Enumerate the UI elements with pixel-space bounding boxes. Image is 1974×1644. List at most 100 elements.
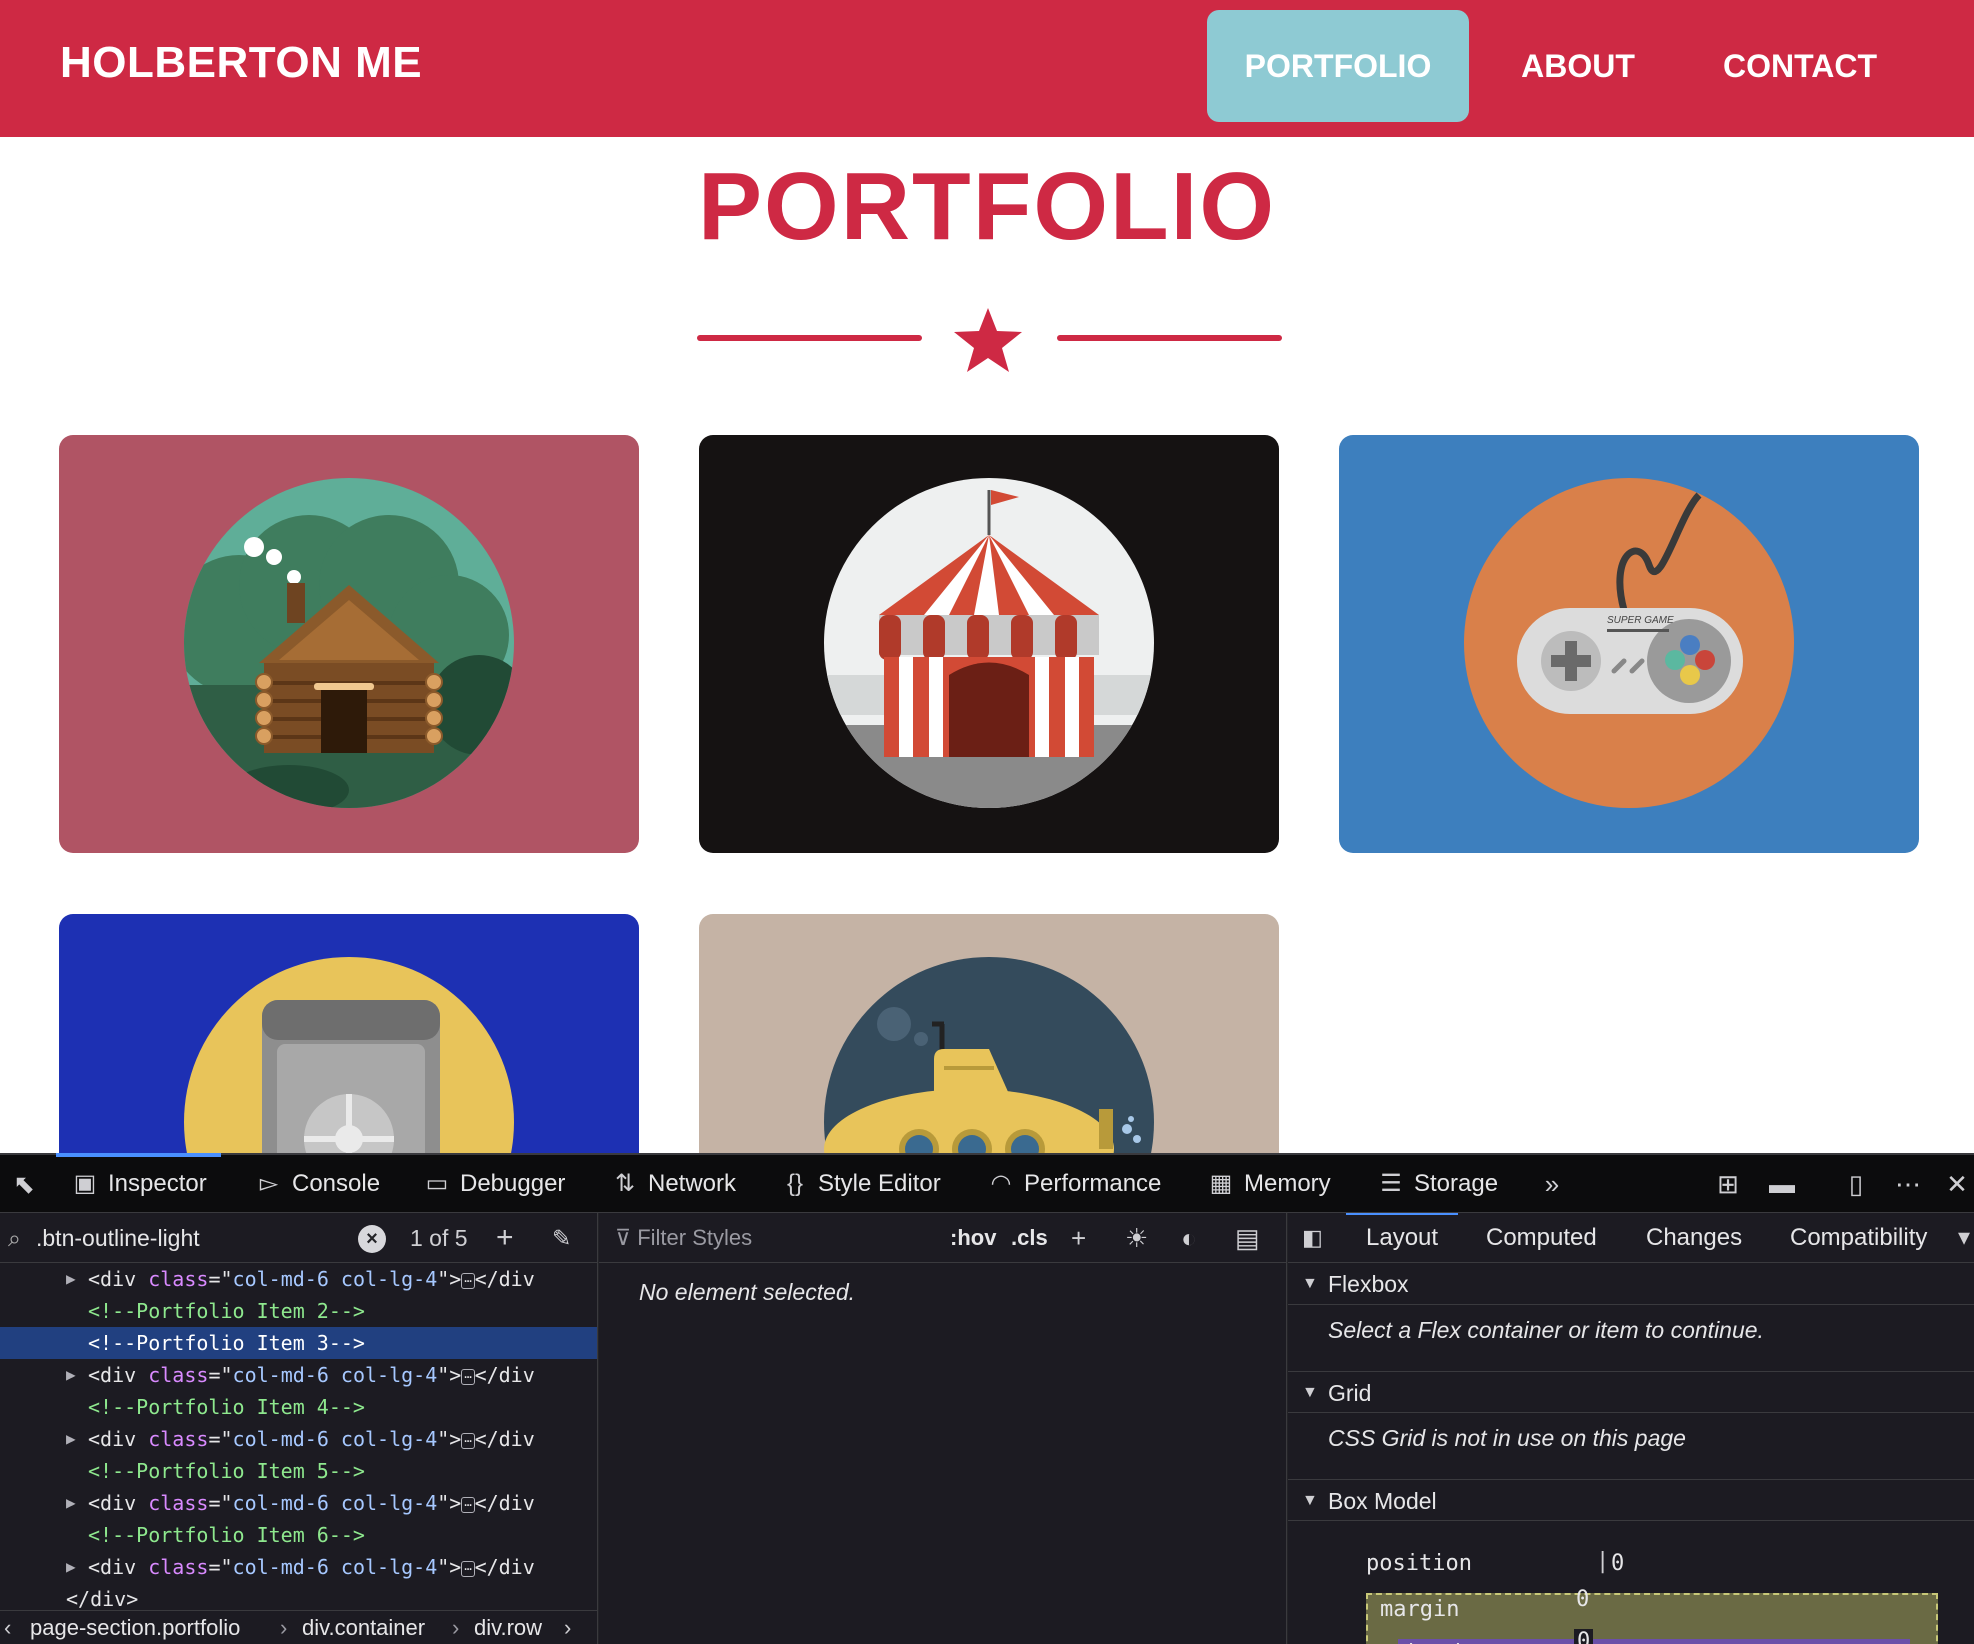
box-model-section-header[interactable]: ▼ Box Model [1288, 1479, 1974, 1521]
box-model-diagram: position | 0 margin 0 border 0 [1366, 1549, 1942, 1644]
style-editor-icon: {} [786, 1170, 804, 1197]
search-result-count: 1 of 5 [410, 1225, 468, 1251]
breadcrumb-item[interactable]: div.container [302, 1611, 425, 1644]
portfolio-item-2[interactable] [699, 435, 1279, 853]
search-input[interactable]: .btn-outline-light [36, 1213, 200, 1263]
nav-link-portfolio[interactable]: PORTFOLIO [1207, 10, 1469, 122]
cls-toggle[interactable]: .cls [1011, 1213, 1048, 1263]
expand-arrow-icon[interactable]: ▶ [66, 1487, 76, 1519]
collapse-icon: ▼ [1302, 1275, 1318, 1292]
ellipsis-icon[interactable]: ⋯ [461, 1272, 475, 1289]
tab-console[interactable]: ▻ Console [254, 1155, 380, 1213]
tab-changes[interactable]: Changes [1646, 1213, 1742, 1263]
tab-style-editor[interactable]: {} Style Editor [780, 1155, 941, 1213]
responsive-design-icon[interactable]: ▯ [1836, 1155, 1876, 1213]
tab-memory[interactable]: ▦ Memory [1206, 1155, 1331, 1213]
cabin-icon [184, 478, 514, 808]
portfolio-item-5[interactable] [699, 914, 1279, 1153]
memory-icon: ▦ [1209, 1170, 1233, 1197]
expand-arrow-icon[interactable]: ▶ [66, 1263, 76, 1295]
portfolio-item-3[interactable]: SUPER GAME [1339, 435, 1919, 853]
brand-logo[interactable]: HOLBERTON ME [60, 38, 422, 88]
tab-label: Storage [1414, 1170, 1499, 1197]
markup-node[interactable]: ▶ <div class="col-md-6 col-lg-4"> ⋯ </div [0, 1359, 597, 1391]
tab-layout[interactable]: Layout [1345, 1213, 1459, 1263]
breadcrumb-item[interactable]: page-section.portfolio [30, 1611, 240, 1644]
breadcrumb-separator-icon: › [280, 1615, 288, 1640]
markup-node[interactable]: ▶ <div class="col-md-6 col-lg-4"> ⋯ </div [0, 1423, 597, 1455]
add-node-icon[interactable]: + [496, 1213, 514, 1263]
ellipsis-icon[interactable]: ⋯ [461, 1432, 475, 1449]
markup-comment[interactable]: <!--Portfolio Item 6--> [0, 1519, 597, 1551]
markup-comment[interactable]: <!--Portfolio Item 4--> [0, 1391, 597, 1423]
markup-node[interactable]: ▶ <div class="col-md-6 col-lg-4"> ⋯ </div [0, 1551, 597, 1583]
margin-value[interactable]: 0 [1576, 1587, 1589, 1612]
toggle-pane-icon[interactable]: ◧ [1302, 1213, 1323, 1263]
border-box: border 0 [1398, 1629, 1910, 1644]
markup-comment[interactable]: <!--Portfolio Item 5--> [0, 1455, 597, 1487]
expand-arrow-icon[interactable]: ▶ [66, 1551, 76, 1583]
sidebar-tabs: ◧ Layout Computed Changes Compatibility … [1288, 1213, 1974, 1263]
flexbox-message: Select a Flex container or item to conti… [1328, 1317, 1764, 1343]
element-picker-icon[interactable]: ⬉ [4, 1155, 44, 1213]
markup-comment[interactable]: <!--Portfolio Item 3--> [0, 1327, 597, 1359]
margin-box: margin 0 border 0 [1366, 1587, 1938, 1644]
overflow-tabs-icon[interactable]: ▾ [1958, 1213, 1970, 1263]
more-options-icon[interactable]: ⋯ [1888, 1155, 1928, 1213]
tab-network[interactable]: ⇅ Network [610, 1155, 736, 1213]
tab-computed[interactable]: Computed [1486, 1213, 1597, 1263]
add-rule-icon[interactable]: + [1071, 1213, 1086, 1263]
markup-node[interactable]: ▶ <div class="col-md-6 col-lg-4"> ⋯ </div [0, 1487, 597, 1519]
expand-arrow-icon[interactable]: ▶ [66, 1359, 76, 1391]
print-media-icon[interactable]: ▤ [1235, 1213, 1260, 1263]
position-value[interactable]: 0 [1611, 1551, 1624, 1576]
breadcrumb-scroll-right-icon[interactable]: › [564, 1611, 571, 1644]
filter-placeholder: Filter Styles [637, 1225, 753, 1250]
light-theme-icon[interactable]: ☀ [1125, 1213, 1148, 1263]
search-icon: ⌕ [8, 1225, 21, 1251]
debugger-icon: ▭ [425, 1170, 449, 1197]
portfolio-item-4[interactable] [59, 914, 639, 1153]
devtools-panel: ⬉ ▣ Inspector ▻ Console ▭ Debugger ⇅ Network… [0, 1153, 1974, 1644]
divider-line-right [1057, 335, 1282, 341]
submarine-icon [824, 957, 1154, 1153]
tab-inspector[interactable]: ▣ Inspector [56, 1153, 221, 1213]
ellipsis-icon[interactable]: ⋯ [461, 1496, 475, 1513]
tab-compatibility[interactable]: Compatibility [1790, 1213, 1927, 1263]
dark-theme-icon[interactable]: ◐ [1181, 1213, 1197, 1263]
svg-text:SUPER GAME: SUPER GAME [1607, 615, 1674, 626]
section-title: Flexbox [1328, 1271, 1409, 1297]
nav-link-contact[interactable]: CONTACT [1690, 10, 1910, 122]
eyedropper-icon[interactable]: ✎ [552, 1213, 571, 1263]
border-value[interactable]: 0 [1574, 1629, 1594, 1644]
hov-toggle[interactable]: :hov [950, 1213, 996, 1263]
clear-search-icon[interactable]: × [358, 1225, 386, 1253]
circus-tent-icon [824, 478, 1154, 808]
ruler-icon[interactable]: ▬ [1762, 1155, 1802, 1213]
navbar: HOLBERTON ME PORTFOLIO ABOUT CONTACT [0, 0, 1974, 137]
markup-comment[interactable]: <!--Portfolio Item 2--> [0, 1295, 597, 1327]
tab-performance[interactable]: ◠ Performance [986, 1155, 1162, 1213]
breadcrumb-scroll-left-icon[interactable]: ‹ [4, 1611, 11, 1644]
ellipsis-icon[interactable]: ⋯ [461, 1560, 475, 1577]
nav-link-about[interactable]: ABOUT [1478, 10, 1678, 122]
tab-debugger[interactable]: ▭ Debugger [422, 1155, 566, 1213]
ellipsis-icon[interactable]: ⋯ [461, 1368, 475, 1385]
grid-ruler-icon[interactable]: ⊞ [1708, 1155, 1748, 1213]
tab-label: Memory [1244, 1170, 1331, 1197]
expand-arrow-icon[interactable]: ▶ [66, 1423, 76, 1455]
grid-section-header[interactable]: ▼ Grid [1288, 1371, 1974, 1413]
flexbox-section-header[interactable]: ▼ Flexbox [1288, 1263, 1974, 1305]
divider-line-left [697, 335, 922, 341]
more-tabs-icon[interactable]: » [1534, 1155, 1570, 1213]
section-title: Box Model [1328, 1488, 1437, 1514]
layout-pane: ◧ Layout Computed Changes Compatibility … [1288, 1213, 1974, 1644]
close-icon[interactable]: ✕ [1940, 1155, 1974, 1213]
tab-storage[interactable]: ☰ Storage [1376, 1155, 1498, 1213]
breadcrumb-item[interactable]: div.row [474, 1611, 542, 1644]
tab-label: Style Editor [818, 1170, 941, 1197]
filter-styles-input[interactable]: ⊽ Filter Styles [615, 1213, 752, 1263]
markup-node[interactable]: ▶ <div class="col-md-6 col-lg-4"> ⋯ </div [0, 1263, 597, 1295]
grid-message: CSS Grid is not in use on this page [1328, 1425, 1686, 1451]
portfolio-item-1[interactable] [59, 435, 639, 853]
